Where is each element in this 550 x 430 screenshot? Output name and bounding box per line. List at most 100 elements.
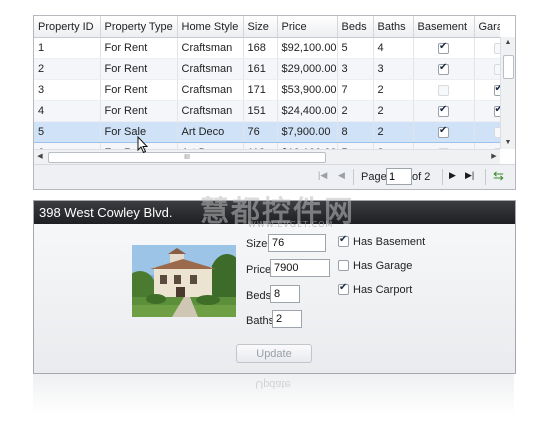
cell-basement[interactable]	[413, 79, 475, 101]
cell-type[interactable]: For Rent	[100, 58, 178, 80]
price-input[interactable]	[270, 259, 330, 277]
cell-price[interactable]: $24,400.00	[277, 100, 338, 122]
col-header-basement[interactable]: Basement	[413, 16, 475, 38]
next-page-icon[interactable]: ▶	[449, 170, 456, 181]
cell-id[interactable]: 2	[34, 58, 101, 80]
vertical-scrollbar[interactable]: ▲ ▼	[500, 37, 515, 149]
cell-garage[interactable]	[474, 37, 500, 59]
cell-id[interactable]: 5	[34, 121, 101, 143]
scroll-up-arrow-icon[interactable]: ▲	[501, 37, 515, 49]
col-header-property-type[interactable]: Property Type	[100, 16, 178, 38]
col-header-size[interactable]: Size	[243, 16, 278, 38]
col-header-garage[interactable]: Gara	[474, 16, 500, 38]
has-carport-check-icon[interactable]	[338, 282, 349, 295]
cell-basement[interactable]	[413, 37, 475, 59]
col-header-beds[interactable]: Beds	[337, 16, 374, 38]
price-label: Price	[246, 264, 272, 276]
property-grid: Property ID Property Type Home Style Siz…	[33, 15, 516, 190]
scroll-down-arrow-icon[interactable]: ▼	[501, 137, 515, 149]
cell-baths[interactable]: 2	[373, 121, 414, 143]
scroll-left-arrow-icon[interactable]: ◀	[34, 150, 46, 164]
scroll-right-arrow-icon[interactable]: ▶	[488, 150, 500, 164]
cell-type[interactable]: For Rent	[100, 79, 178, 101]
cell-size[interactable]: 171	[243, 79, 278, 101]
cell-type[interactable]: For Rent	[100, 37, 178, 59]
table-row[interactable]: 1 For Rent Craftsman 168 $92,100.00 5 4	[34, 37, 500, 59]
col-header-home-style[interactable]: Home Style	[177, 16, 244, 38]
has-garage-check-icon[interactable]	[338, 260, 349, 271]
cell-style[interactable]: Art Deco	[177, 121, 244, 143]
cell-beds[interactable]: 7	[337, 79, 374, 101]
table-row[interactable]: 3 For Rent Craftsman 171 $53,900.00 7 2	[34, 79, 500, 101]
cell-basement[interactable]	[413, 121, 475, 143]
cell-style[interactable]: Craftsman	[177, 79, 244, 101]
property-photo	[132, 245, 236, 317]
vertical-scroll-thumb[interactable]	[503, 55, 514, 79]
cell-garage[interactable]	[474, 58, 500, 80]
refresh-icon[interactable]: ⇆	[493, 168, 504, 184]
basement-check-icon[interactable]	[438, 104, 449, 117]
cell-garage[interactable]	[474, 100, 500, 122]
cell-id[interactable]: 1	[34, 37, 101, 59]
table-row[interactable]: 4 For Rent Craftsman 151 $24,400.00 2 2	[34, 100, 500, 122]
previous-page-icon[interactable]: ◀	[338, 170, 345, 181]
cell-baths[interactable]: 3	[373, 58, 414, 80]
cell-baths[interactable]: 2	[373, 79, 414, 101]
cell-id[interactable]: 3	[34, 79, 101, 101]
baths-label: Baths	[246, 315, 275, 327]
cell-id[interactable]: 4	[34, 100, 101, 122]
cell-style[interactable]: Craftsman	[177, 37, 244, 59]
cell-size[interactable]: 161	[243, 58, 278, 80]
cell-price[interactable]: $92,100.00	[277, 37, 338, 59]
first-page-icon[interactable]: |◀	[318, 170, 327, 181]
col-header-price[interactable]: Price	[277, 16, 338, 38]
pager-separator	[485, 169, 486, 185]
basement-check-icon[interactable]	[438, 41, 449, 54]
horizontal-scroll-thumb[interactable]: III	[48, 152, 326, 163]
cell-baths[interactable]: 2	[373, 100, 414, 122]
cell-style[interactable]: Craftsman	[177, 58, 244, 80]
horizontal-scrollbar[interactable]: ◀ III ▶	[34, 149, 500, 164]
grid-table: Property ID Property Type Home Style Siz…	[34, 16, 500, 149]
basement-check-icon[interactable]	[438, 125, 449, 138]
cell-price[interactable]: $29,000.00	[277, 58, 338, 80]
page-count-label: of 2	[412, 171, 431, 183]
cell-price[interactable]: $53,900.00	[277, 79, 338, 101]
cell-garage[interactable]	[474, 79, 500, 101]
size-input[interactable]	[268, 234, 326, 252]
size-label: Size	[246, 238, 268, 250]
cell-price[interactable]: $7,900.00	[277, 121, 338, 143]
beds-label: Beds	[246, 290, 272, 302]
table-row[interactable]: 5 For Sale Art Deco 76 $7,900.00 8 2	[34, 121, 500, 143]
cell-type[interactable]: For Rent	[100, 100, 178, 122]
cell-basement[interactable]	[413, 100, 475, 122]
cell-size[interactable]: 76	[243, 121, 278, 143]
cell-beds[interactable]: 3	[337, 58, 374, 80]
grid-body: 1For RentCraftsman168$92,100.00542For Re…	[34, 37, 500, 149]
cell-baths[interactable]: 4	[373, 37, 414, 59]
cell-beds[interactable]: 8	[337, 121, 374, 143]
cell-size[interactable]: 168	[243, 37, 278, 59]
update-button[interactable]: Update	[236, 344, 312, 363]
cell-garage[interactable]	[474, 121, 500, 143]
has-carport-checkbox[interactable]: Has Carport	[338, 282, 412, 296]
cell-basement[interactable]	[413, 58, 475, 80]
panel-reflection: Update	[33, 374, 514, 414]
baths-input[interactable]	[272, 310, 302, 328]
basement-check-icon[interactable]	[438, 84, 449, 96]
cell-style[interactable]: Craftsman	[177, 100, 244, 122]
cell-beds[interactable]: 5	[337, 37, 374, 59]
col-header-property-id[interactable]: Property ID	[34, 16, 101, 38]
has-basement-checkbox[interactable]: Has Basement	[338, 234, 425, 248]
cell-size[interactable]: 151	[243, 100, 278, 122]
has-garage-checkbox[interactable]: Has Garage	[338, 260, 412, 272]
table-row[interactable]: 2 For Rent Craftsman 161 $29,000.00 3 3	[34, 58, 500, 80]
page-number-input[interactable]	[386, 168, 412, 185]
beds-input[interactable]	[270, 285, 300, 303]
col-header-baths[interactable]: Baths	[373, 16, 414, 38]
cell-beds[interactable]: 2	[337, 100, 374, 122]
mouse-cursor-icon	[137, 136, 149, 154]
last-page-icon[interactable]: ▶|	[465, 170, 474, 181]
basement-check-icon[interactable]	[438, 62, 449, 75]
has-basement-check-icon[interactable]	[338, 234, 349, 247]
